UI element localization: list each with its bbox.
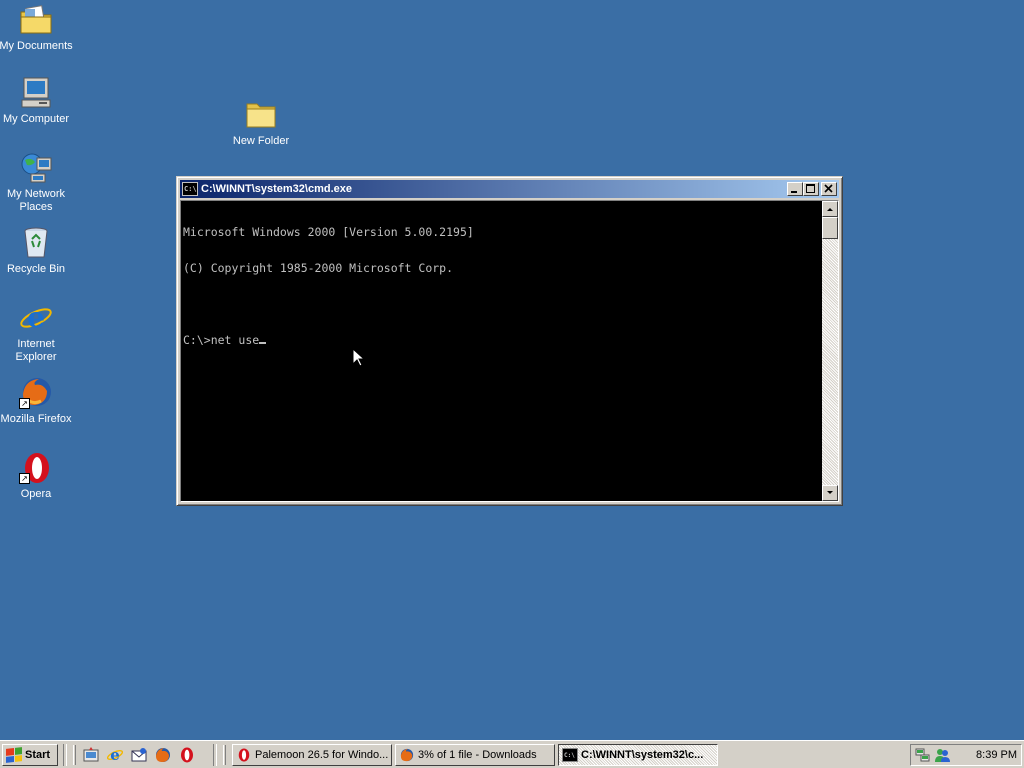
console-prompt-line: C:\>net use [183,334,820,346]
desktop-icon-label: Internet Explorer [15,338,57,363]
minimize-button[interactable] [787,182,803,196]
quick-launch-opera[interactable] [177,745,197,765]
internet-explorer-icon: e [19,301,53,334]
desktop-icon-opera[interactable]: ↗ Opera [0,452,73,501]
folder-icon [244,99,278,131]
outlook-express-icon [131,747,147,761]
network-icon[interactable] [915,747,931,763]
my-documents-icon [19,4,53,36]
start-label: Start [25,748,51,761]
task-button-cmd[interactable]: C:\ C:\WINNT\system32\c... [558,743,718,766]
firefox-icon [399,747,415,763]
cmd-icon: C:\ [562,747,578,763]
minimize-icon [791,191,797,193]
title-bar[interactable]: C:\ C:\WINNT\system32\cmd.exe [180,180,839,198]
mouse-pointer-icon [352,347,366,371]
cmd-icon: C:\ [182,182,198,196]
desktop-icon-new-folder[interactable]: New Folder [224,99,298,148]
desktop-icon-label: My Network Places [6,188,66,213]
quick-launch-firefox[interactable] [153,745,173,765]
quick-launch-grip[interactable] [73,744,76,765]
my-computer-icon [19,77,53,109]
task-button-label: C:\WINNT\system32\c... [581,748,704,761]
text-cursor [259,342,267,344]
task-button-label: Palemoon 26.5 for Windo... [255,748,388,761]
console-line: Microsoft Windows 2000 [Version 5.00.219… [183,225,474,239]
taskbar-separator [213,743,217,766]
desktop-icon-label: Recycle Bin [6,263,66,275]
my-network-places-icon [19,152,53,184]
desktop-icon-internet-explorer[interactable]: e Internet Explorer [0,301,73,364]
task-button-downloads[interactable]: 3% of 1 file - Downloads [395,743,555,766]
svg-text:C:\: C:\ [564,752,575,759]
firefox-icon [156,747,170,762]
console-command: net use [210,333,260,347]
show-desktop-icon [83,746,99,761]
arrow-up-icon [827,208,833,211]
desktop-icon-label: My Computer [2,113,70,125]
msn-messenger-icon[interactable] [934,747,950,763]
task-list-grip[interactable] [223,744,226,765]
vertical-scrollbar[interactable] [822,201,838,501]
maximize-icon [806,184,815,193]
close-button[interactable] [821,182,837,196]
shortcut-arrow-icon: ↗ [19,398,30,409]
svg-text:e: e [110,747,120,763]
cmd-window[interactable]: C:\ C:\WINNT\system32\cmd.exe Microsoft … [176,176,843,506]
system-tray: 8:39 PM [910,743,1022,766]
arrow-down-icon [827,491,833,494]
scroll-track[interactable] [822,217,838,485]
internet-explorer-icon: e [107,747,123,763]
tray-clock[interactable]: 8:39 PM [976,749,1017,761]
desktop-icon-my-network-places[interactable]: My Network Places [0,152,73,214]
opera-icon [181,747,193,762]
desktop-icon-label: New Folder [232,135,290,147]
desktop-icon-label: Opera [20,488,52,500]
console-output[interactable]: Microsoft Windows 2000 [Version 5.00.219… [181,201,822,501]
opera-icon: ↗ [19,452,53,484]
quick-launch-show-desktop[interactable] [81,745,101,765]
desktop-icon-label: My Documents [0,40,73,52]
task-button-label: 3% of 1 file - Downloads [418,748,537,761]
desktop-icon-mozilla-firefox[interactable]: ↗ Mozilla Firefox [0,377,73,426]
desktop-icon-label: Mozilla Firefox [0,413,72,425]
firefox-icon: ↗ [19,377,53,409]
console-line: (C) Copyright 1985-2000 Microsoft Corp. [183,261,454,275]
svg-text:e: e [27,302,45,334]
scroll-down-button[interactable] [822,485,838,501]
recycle-bin-icon [19,227,53,259]
taskbar: Start e Palemoon 26.5 for Windo... 3% of… [0,740,1024,768]
taskbar-separator [63,743,67,766]
maximize-button[interactable] [803,182,819,196]
close-icon [824,184,833,193]
console-prompt: C:\> [183,333,211,347]
opera-icon [236,747,252,763]
task-button-palemoon[interactable]: Palemoon 26.5 for Windo... [232,743,392,766]
quick-launch-outlook-express[interactable] [129,745,149,765]
scroll-up-button[interactable] [822,201,838,217]
desktop-icon-recycle-bin[interactable]: Recycle Bin [0,227,73,276]
window-title: C:\WINNT\system32\cmd.exe [201,183,352,195]
desktop-icon-my-documents[interactable]: My Documents [0,4,73,53]
desktop-icon-my-computer[interactable]: My Computer [0,77,73,126]
start-button[interactable]: Start [2,743,58,766]
scroll-thumb[interactable] [822,217,838,239]
shortcut-arrow-icon: ↗ [19,473,30,484]
quick-launch-internet-explorer[interactable]: e [105,745,125,765]
windows-logo-icon [6,746,22,763]
console-frame: Microsoft Windows 2000 [Version 5.00.219… [180,200,839,502]
